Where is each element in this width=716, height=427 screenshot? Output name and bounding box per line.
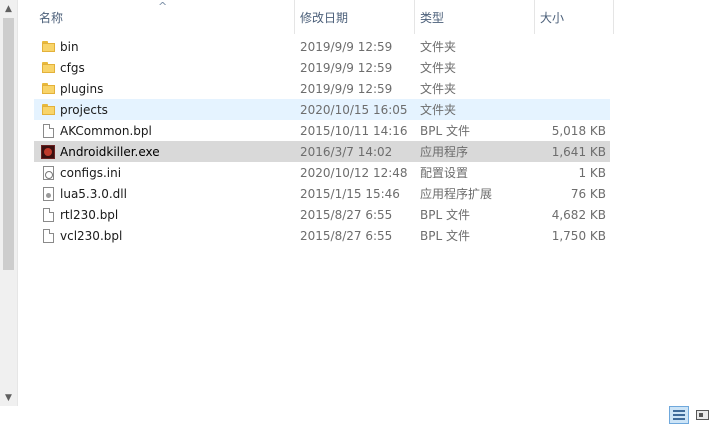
file-type: 应用程序扩展 [420, 187, 493, 201]
file-name: AKCommon.bpl [60, 123, 152, 138]
file-row-androidkiller[interactable]: Androidkiller.exe 2016/3/7 14:02 应用程序 1,… [34, 141, 610, 162]
scroll-up-icon[interactable]: ▲ [0, 0, 17, 17]
file-name: plugins [60, 81, 104, 96]
file-row-plugins[interactable]: plugins 2019/9/9 12:59 文件夹 [34, 78, 610, 99]
file-date: 2020/10/12 12:48 [300, 165, 408, 180]
column-header-name[interactable]: 名称 ^ [34, 0, 294, 34]
file-name: lua5.3.0.dll [60, 186, 127, 201]
file-date: 2015/8/27 6:55 [300, 207, 393, 222]
file-row-projects[interactable]: projects 2020/10/15 16:05 文件夹 [34, 99, 610, 120]
file-type: 文件夹 [420, 82, 457, 96]
file-icon [42, 228, 54, 243]
details-view-icon [673, 410, 685, 420]
file-row-lua[interactable]: lua5.3.0.dll 2015/1/15 15:46 应用程序扩展 76 K… [34, 183, 610, 204]
column-header-date-label: 修改日期 [300, 10, 349, 25]
file-date: 2016/3/7 14:02 [300, 144, 393, 159]
file-row-akcommon[interactable]: AKCommon.bpl 2015/10/11 14:16 BPL 文件 5,0… [34, 120, 610, 141]
file-icon [42, 207, 54, 222]
scrollbar-thumb[interactable] [3, 18, 14, 270]
scroll-down-icon[interactable]: ▼ [0, 389, 17, 406]
file-list: bin 2019/9/9 12:59 文件夹 cfgs 2019/9/9 12:… [34, 36, 610, 246]
file-type: BPL 文件 [420, 229, 470, 243]
sort-ascending-icon: ^ [158, 0, 168, 13]
large-icons-view-icon [695, 410, 709, 420]
file-type: 文件夹 [420, 61, 457, 75]
file-size: 1 KB [578, 165, 606, 180]
file-date: 2015/8/27 6:55 [300, 228, 393, 243]
file-date: 2020/10/15 16:05 [300, 102, 408, 117]
file-name: vcl230.bpl [60, 228, 123, 243]
file-name: Androidkiller.exe [60, 144, 160, 159]
file-name: configs.ini [60, 165, 122, 180]
file-date: 2019/9/9 12:59 [300, 81, 393, 96]
file-type: 文件夹 [420, 103, 457, 117]
column-header-type-label: 类型 [420, 10, 445, 25]
file-size: 5,018 KB [551, 123, 606, 138]
folder-icon [41, 83, 55, 94]
file-type: 配置设置 [420, 166, 469, 180]
column-header-type[interactable]: 类型 [414, 0, 534, 34]
file-date: 2015/10/11 14:16 [300, 123, 408, 138]
file-size: 4,682 KB [551, 207, 606, 222]
file-type: BPL 文件 [420, 124, 470, 138]
file-icon [42, 123, 54, 138]
file-row-bin[interactable]: bin 2019/9/9 12:59 文件夹 [34, 36, 610, 57]
dll-file-icon [42, 186, 54, 201]
details-view-button[interactable] [669, 406, 689, 424]
file-date: 2019/9/9 12:59 [300, 39, 393, 54]
folder-icon [41, 104, 55, 115]
large-icons-view-button[interactable] [692, 406, 712, 424]
file-size: 1,641 KB [551, 144, 606, 159]
column-header-name-label: 名称 [39, 10, 64, 25]
file-name: rtl230.bpl [60, 207, 119, 222]
column-header-date[interactable]: 修改日期 [294, 0, 414, 34]
file-row-rtl230[interactable]: rtl230.bpl 2015/8/27 6:55 BPL 文件 4,682 K… [34, 204, 610, 225]
column-header-size-label: 大小 [540, 10, 565, 25]
file-date: 2015/1/15 15:46 [300, 186, 400, 201]
vertical-scrollbar[interactable]: ▲ ▼ [0, 0, 18, 406]
column-header-size[interactable]: 大小 [534, 0, 614, 34]
file-type: 文件夹 [420, 40, 457, 54]
file-row-vcl230[interactable]: vcl230.bpl 2015/8/27 6:55 BPL 文件 1,750 K… [34, 225, 610, 246]
file-type: 应用程序 [420, 145, 469, 159]
file-name: projects [60, 102, 108, 117]
app-exe-icon [41, 144, 55, 159]
column-header: 名称 ^ 修改日期 类型 大小 [34, 0, 614, 34]
file-name: bin [60, 39, 79, 54]
file-date: 2019/9/9 12:59 [300, 60, 393, 75]
config-file-icon [42, 165, 54, 180]
file-row-cfgs[interactable]: cfgs 2019/9/9 12:59 文件夹 [34, 57, 610, 78]
file-type: BPL 文件 [420, 208, 470, 222]
file-size: 76 KB [570, 186, 606, 201]
folder-icon [41, 41, 55, 52]
file-name: cfgs [60, 60, 85, 75]
file-row-configs[interactable]: configs.ini 2020/10/12 12:48 配置设置 1 KB [34, 162, 610, 183]
folder-icon [41, 62, 55, 73]
file-size: 1,750 KB [551, 228, 606, 243]
